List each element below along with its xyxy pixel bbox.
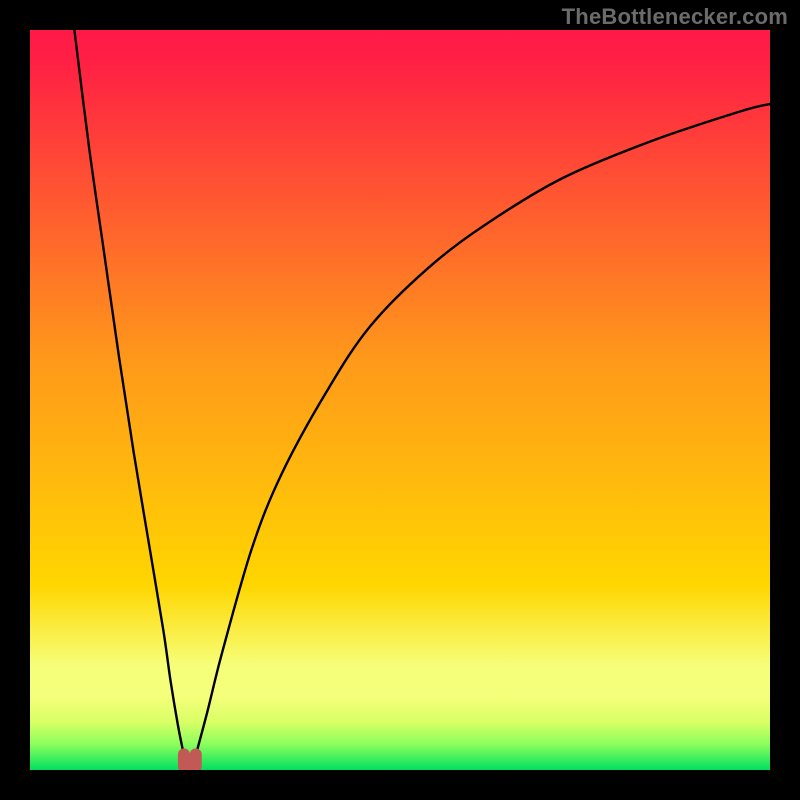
chart-svg <box>30 30 770 770</box>
valley-marker <box>184 754 196 770</box>
gradient-background <box>30 30 770 770</box>
chart-frame: TheBottlenecker.com <box>0 0 800 800</box>
plot-area <box>30 30 770 770</box>
watermark-text: TheBottlenecker.com <box>562 4 788 30</box>
